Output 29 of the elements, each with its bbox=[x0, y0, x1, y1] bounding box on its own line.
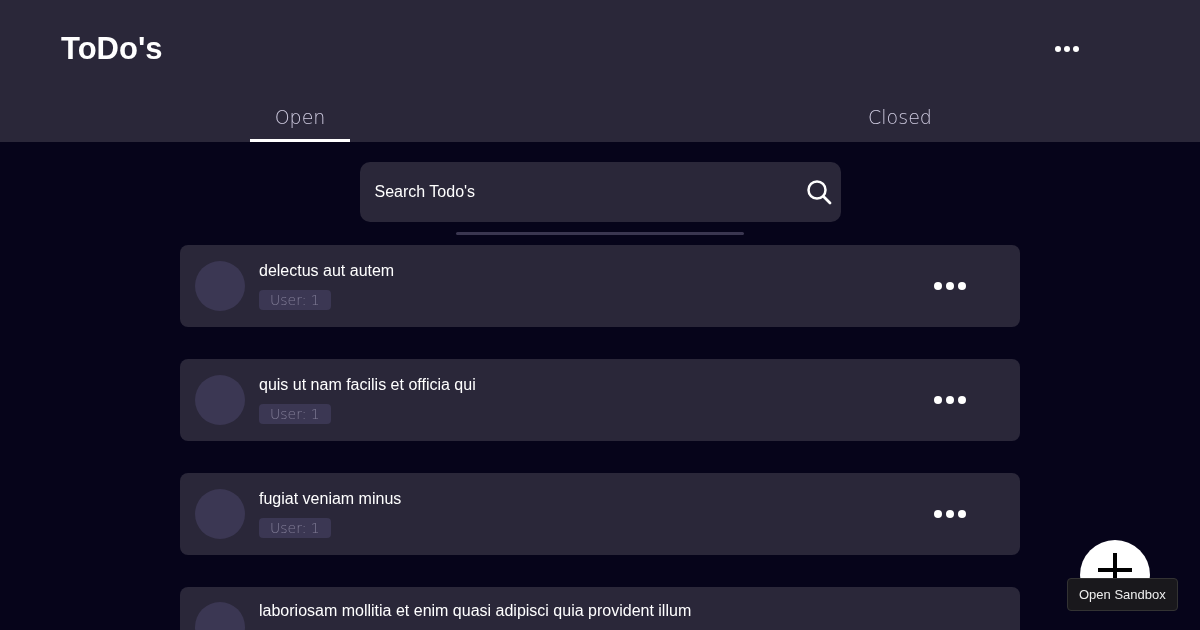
tab[interactable]: Open bbox=[250, 94, 350, 142]
tab[interactable]: Closed bbox=[850, 94, 950, 142]
todo-card[interactable]: laboriosam mollitia et enim quasi adipisci quia provident illum bbox=[180, 587, 1020, 630]
more-button[interactable] bbox=[933, 509, 967, 519]
search-icon bbox=[805, 179, 832, 205]
search-field[interactable]: Search Todo's bbox=[359, 162, 841, 222]
app-title: ToDo's bbox=[61, 31, 163, 67]
tooltip: Open Sandbox bbox=[1067, 578, 1178, 611]
user-badge: User: 1 bbox=[259, 404, 331, 424]
more-button[interactable] bbox=[933, 281, 967, 291]
todo-card[interactable]: quis ut nam facilis et officia qui User: 1 bbox=[180, 359, 1020, 441]
more-button[interactable] bbox=[933, 395, 967, 405]
more-icon bbox=[933, 395, 967, 405]
more-icon bbox=[933, 281, 967, 291]
todo-title: fugiat veniam minus bbox=[259, 490, 402, 508]
more-icon bbox=[1054, 45, 1080, 53]
user-badge: User: 1 bbox=[259, 290, 331, 310]
avatar bbox=[195, 261, 245, 311]
todo-title: quis ut nam facilis et officia qui bbox=[259, 376, 476, 394]
more-icon bbox=[933, 509, 967, 519]
user-badge: User: 1 bbox=[259, 518, 331, 538]
avatar bbox=[195, 375, 245, 425]
todo-title: delectus aut autem bbox=[259, 262, 395, 280]
todo-title: laboriosam mollitia et enim quasi adipisci quia provident illum bbox=[259, 602, 692, 620]
todo-card[interactable]: delectus aut autem User: 1 bbox=[180, 245, 1020, 327]
plus-icon bbox=[1098, 553, 1132, 578]
todo-card[interactable]: fugiat veniam minus User: 1 bbox=[180, 473, 1020, 555]
more-button[interactable] bbox=[1054, 45, 1080, 53]
avatar bbox=[195, 489, 245, 539]
